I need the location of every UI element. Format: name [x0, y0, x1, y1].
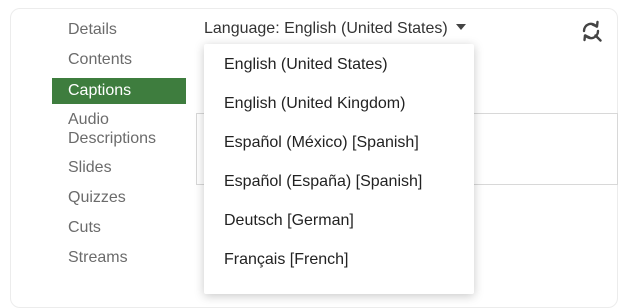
language-option-de[interactable]: Deutsch [German] — [224, 212, 354, 230]
language-option-es-mx[interactable]: Español (México) [Spanish] — [224, 134, 419, 152]
language-dropdown-menu: English (United States) English (United … — [204, 44, 474, 294]
language-option-fr[interactable]: Français [French] — [224, 251, 348, 269]
sidebar-item-contents[interactable]: Contents — [52, 48, 186, 72]
language-option-en-gb[interactable]: English (United Kingdom) — [224, 95, 405, 113]
caret-down-icon — [455, 24, 466, 30]
sidebar-item-quizzes[interactable]: Quizzes — [52, 186, 186, 210]
sidebar-item-slides[interactable]: Slides — [52, 156, 186, 180]
language-option-es-es[interactable]: Español (España) [Spanish] — [224, 173, 422, 191]
sidebar-item-audio-descriptions[interactable]: Audio Descriptions — [52, 108, 186, 150]
sidebar-item-cuts[interactable]: Cuts — [52, 216, 186, 240]
language-select[interactable]: Language: English (United States) — [204, 20, 466, 38]
sidebar-item-label: Descriptions — [68, 130, 157, 147]
sidebar-item-streams[interactable]: Streams — [52, 246, 186, 270]
refresh-icon[interactable] — [580, 20, 602, 42]
sidebar: Details Contents Captions Audio Descript… — [52, 18, 186, 276]
sidebar-item-label: Audio — [68, 111, 109, 128]
sidebar-item-details[interactable]: Details — [52, 18, 186, 42]
sidebar-item-captions[interactable]: Captions — [52, 78, 186, 104]
language-option-en-us[interactable]: English (United States) — [224, 56, 388, 74]
language-select-label: Language: English (United States) — [204, 20, 448, 37]
